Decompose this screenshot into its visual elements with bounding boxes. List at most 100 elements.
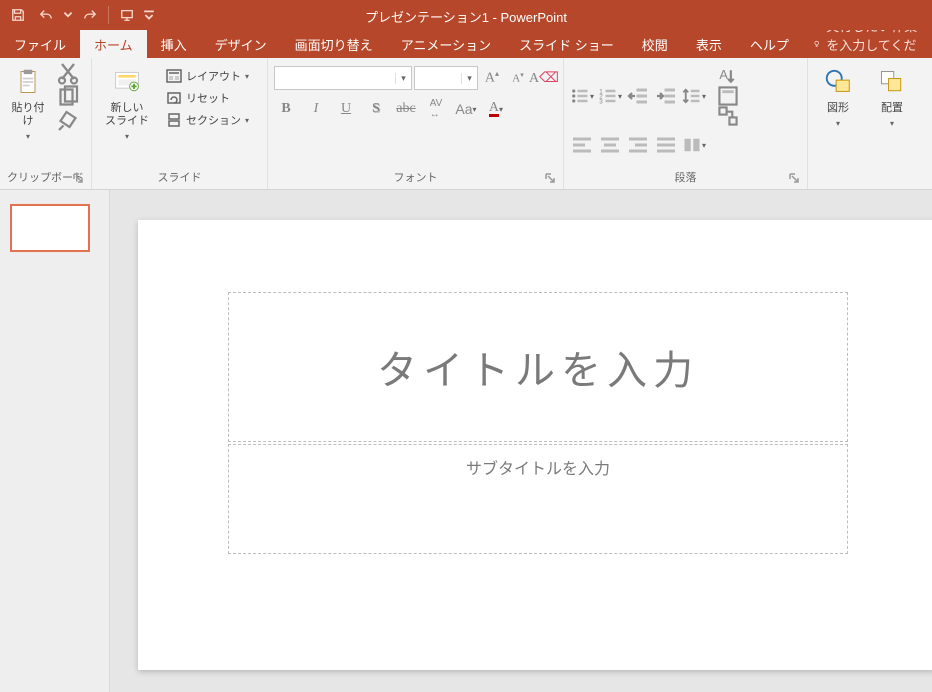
font-color-button[interactable]: A ▾ (484, 98, 508, 120)
subtitle-placeholder[interactable]: サブタイトルを入力 (228, 444, 848, 554)
numbering-button[interactable]: 123▾ (598, 85, 622, 107)
decrease-font-icon: A▾ (512, 71, 523, 85)
clear-formatting-button[interactable]: A⌫ (532, 67, 556, 89)
cut-icon (56, 61, 80, 85)
increase-font-button[interactable]: A▴ (480, 67, 504, 89)
format-painter-icon (56, 109, 80, 133)
bullets-button[interactable]: ▾ (570, 85, 594, 107)
shapes-button[interactable]: 図形 ▾ (814, 62, 862, 133)
bold-icon: B (281, 101, 290, 117)
line-spacing-button[interactable]: ▾ (682, 85, 706, 107)
layout-icon (166, 68, 182, 84)
font-name-combo[interactable]: ▾ (274, 66, 412, 90)
tab-slideshow[interactable]: スライド ショー (505, 30, 628, 58)
paragraph-dialog-launcher[interactable] (787, 173, 801, 187)
char-spacing-icon: AV↔ (430, 98, 443, 120)
qat-separator (108, 6, 109, 24)
format-painter-button[interactable] (56, 110, 80, 132)
bullets-icon (570, 86, 590, 106)
clipboard-dialog-launcher[interactable] (71, 173, 85, 187)
tell-me-search[interactable]: 実行したい作業を入力してください (803, 30, 932, 58)
chevron-down-icon: ▾ (702, 141, 706, 150)
cut-button[interactable] (56, 62, 80, 84)
svg-text:3: 3 (599, 98, 603, 105)
italic-icon: I (314, 101, 319, 117)
redo-icon[interactable] (78, 3, 102, 27)
smartart-button[interactable] (718, 106, 738, 126)
increase-indent-button[interactable] (654, 85, 678, 107)
increase-font-icon: A▴ (485, 69, 499, 87)
tab-view[interactable]: 表示 (682, 30, 736, 58)
tab-review[interactable]: 校閲 (628, 30, 682, 58)
tab-design[interactable]: デザイン (201, 30, 281, 58)
char-spacing-button[interactable]: AV↔ (424, 98, 448, 120)
strikethrough-button[interactable]: abc (394, 98, 418, 120)
undo-dropdown-icon[interactable] (62, 3, 74, 27)
tab-animations[interactable]: アニメーション (387, 30, 505, 58)
tab-insert[interactable]: 挿入 (147, 30, 201, 58)
font-dialog-launcher[interactable] (543, 173, 557, 187)
title-placeholder[interactable]: タイトルを入力 (228, 292, 848, 442)
align-center-button[interactable] (598, 134, 622, 156)
undo-icon[interactable] (34, 3, 58, 27)
tab-home[interactable]: ホーム (80, 30, 147, 58)
slide-thumbnails-pane[interactable] (0, 190, 110, 692)
group-slides: 新しい スライド ▾ レイアウト ▾ リセット (92, 58, 268, 189)
slide[interactable]: タイトルを入力 サブタイトルを入力 (138, 220, 932, 670)
qat-customize-icon[interactable] (143, 3, 155, 27)
decrease-font-button[interactable]: A▾ (506, 67, 530, 89)
layout-button[interactable]: レイアウト ▾ (162, 66, 253, 86)
group-font-label: フォント (394, 172, 438, 184)
bold-button[interactable]: B (274, 98, 298, 120)
align-text-icon (718, 86, 738, 106)
chevron-down-icon: ▾ (618, 92, 622, 101)
columns-icon (682, 135, 702, 155)
decrease-indent-button[interactable] (626, 85, 650, 107)
shadow-button[interactable]: S (364, 98, 388, 120)
columns-button[interactable]: ▾ (682, 134, 706, 156)
workspace: タイトルを入力 サブタイトルを入力 (0, 190, 932, 692)
decrease-indent-icon (626, 84, 650, 108)
save-icon[interactable] (6, 3, 30, 27)
justify-icon (654, 133, 678, 157)
slide-thumbnail-1[interactable] (10, 204, 90, 252)
paste-label: 貼り付け (8, 102, 48, 128)
copy-icon (56, 85, 80, 109)
strikethrough-icon: abc (396, 101, 415, 117)
change-case-button[interactable]: Aa▾ (454, 98, 478, 120)
new-slide-button[interactable]: 新しい スライド ▾ (98, 62, 156, 146)
align-left-button[interactable] (570, 134, 594, 156)
font-size-combo[interactable]: ▾ (414, 66, 478, 90)
underline-button[interactable]: U (334, 98, 358, 120)
chevron-down-icon: ▾ (125, 132, 129, 142)
tab-help[interactable]: ヘルプ (736, 30, 803, 58)
arrange-button[interactable]: 配置 ▾ (868, 62, 916, 133)
reset-button[interactable]: リセット (162, 88, 253, 108)
group-paragraph: ▾ 123▾ ▾ A ▾ 段落 (564, 58, 808, 189)
chevron-down-icon: ▾ (245, 72, 249, 81)
italic-button[interactable]: I (304, 98, 328, 120)
copy-button[interactable] (56, 86, 80, 108)
chevron-down-icon[interactable]: ▾ (395, 73, 411, 84)
line-spacing-icon (682, 86, 702, 106)
paste-button[interactable]: 貼り付け ▾ (6, 62, 50, 146)
chevron-down-icon: ▾ (499, 105, 503, 114)
section-icon (166, 112, 182, 128)
section-button[interactable]: セクション ▾ (162, 110, 253, 130)
start-from-beginning-icon[interactable] (115, 3, 139, 27)
slide-canvas-area[interactable]: タイトルを入力 サブタイトルを入力 (110, 190, 932, 692)
align-text-button[interactable] (718, 86, 738, 106)
text-direction-button[interactable]: A (718, 66, 738, 86)
arrange-label: 配置 (881, 102, 903, 115)
align-right-button[interactable] (626, 134, 650, 156)
section-label: セクション (186, 112, 241, 128)
group-clipboard: 貼り付け ▾ クリップボード (0, 58, 92, 189)
shapes-icon (822, 66, 854, 98)
group-paragraph-label: 段落 (675, 172, 697, 184)
align-center-icon (598, 133, 622, 157)
tab-file[interactable]: ファイル (0, 30, 80, 58)
justify-button[interactable] (654, 134, 678, 156)
chevron-down-icon[interactable]: ▾ (461, 73, 477, 84)
font-color-icon: A (489, 102, 499, 117)
tab-transitions[interactable]: 画面切り替え (281, 30, 387, 58)
